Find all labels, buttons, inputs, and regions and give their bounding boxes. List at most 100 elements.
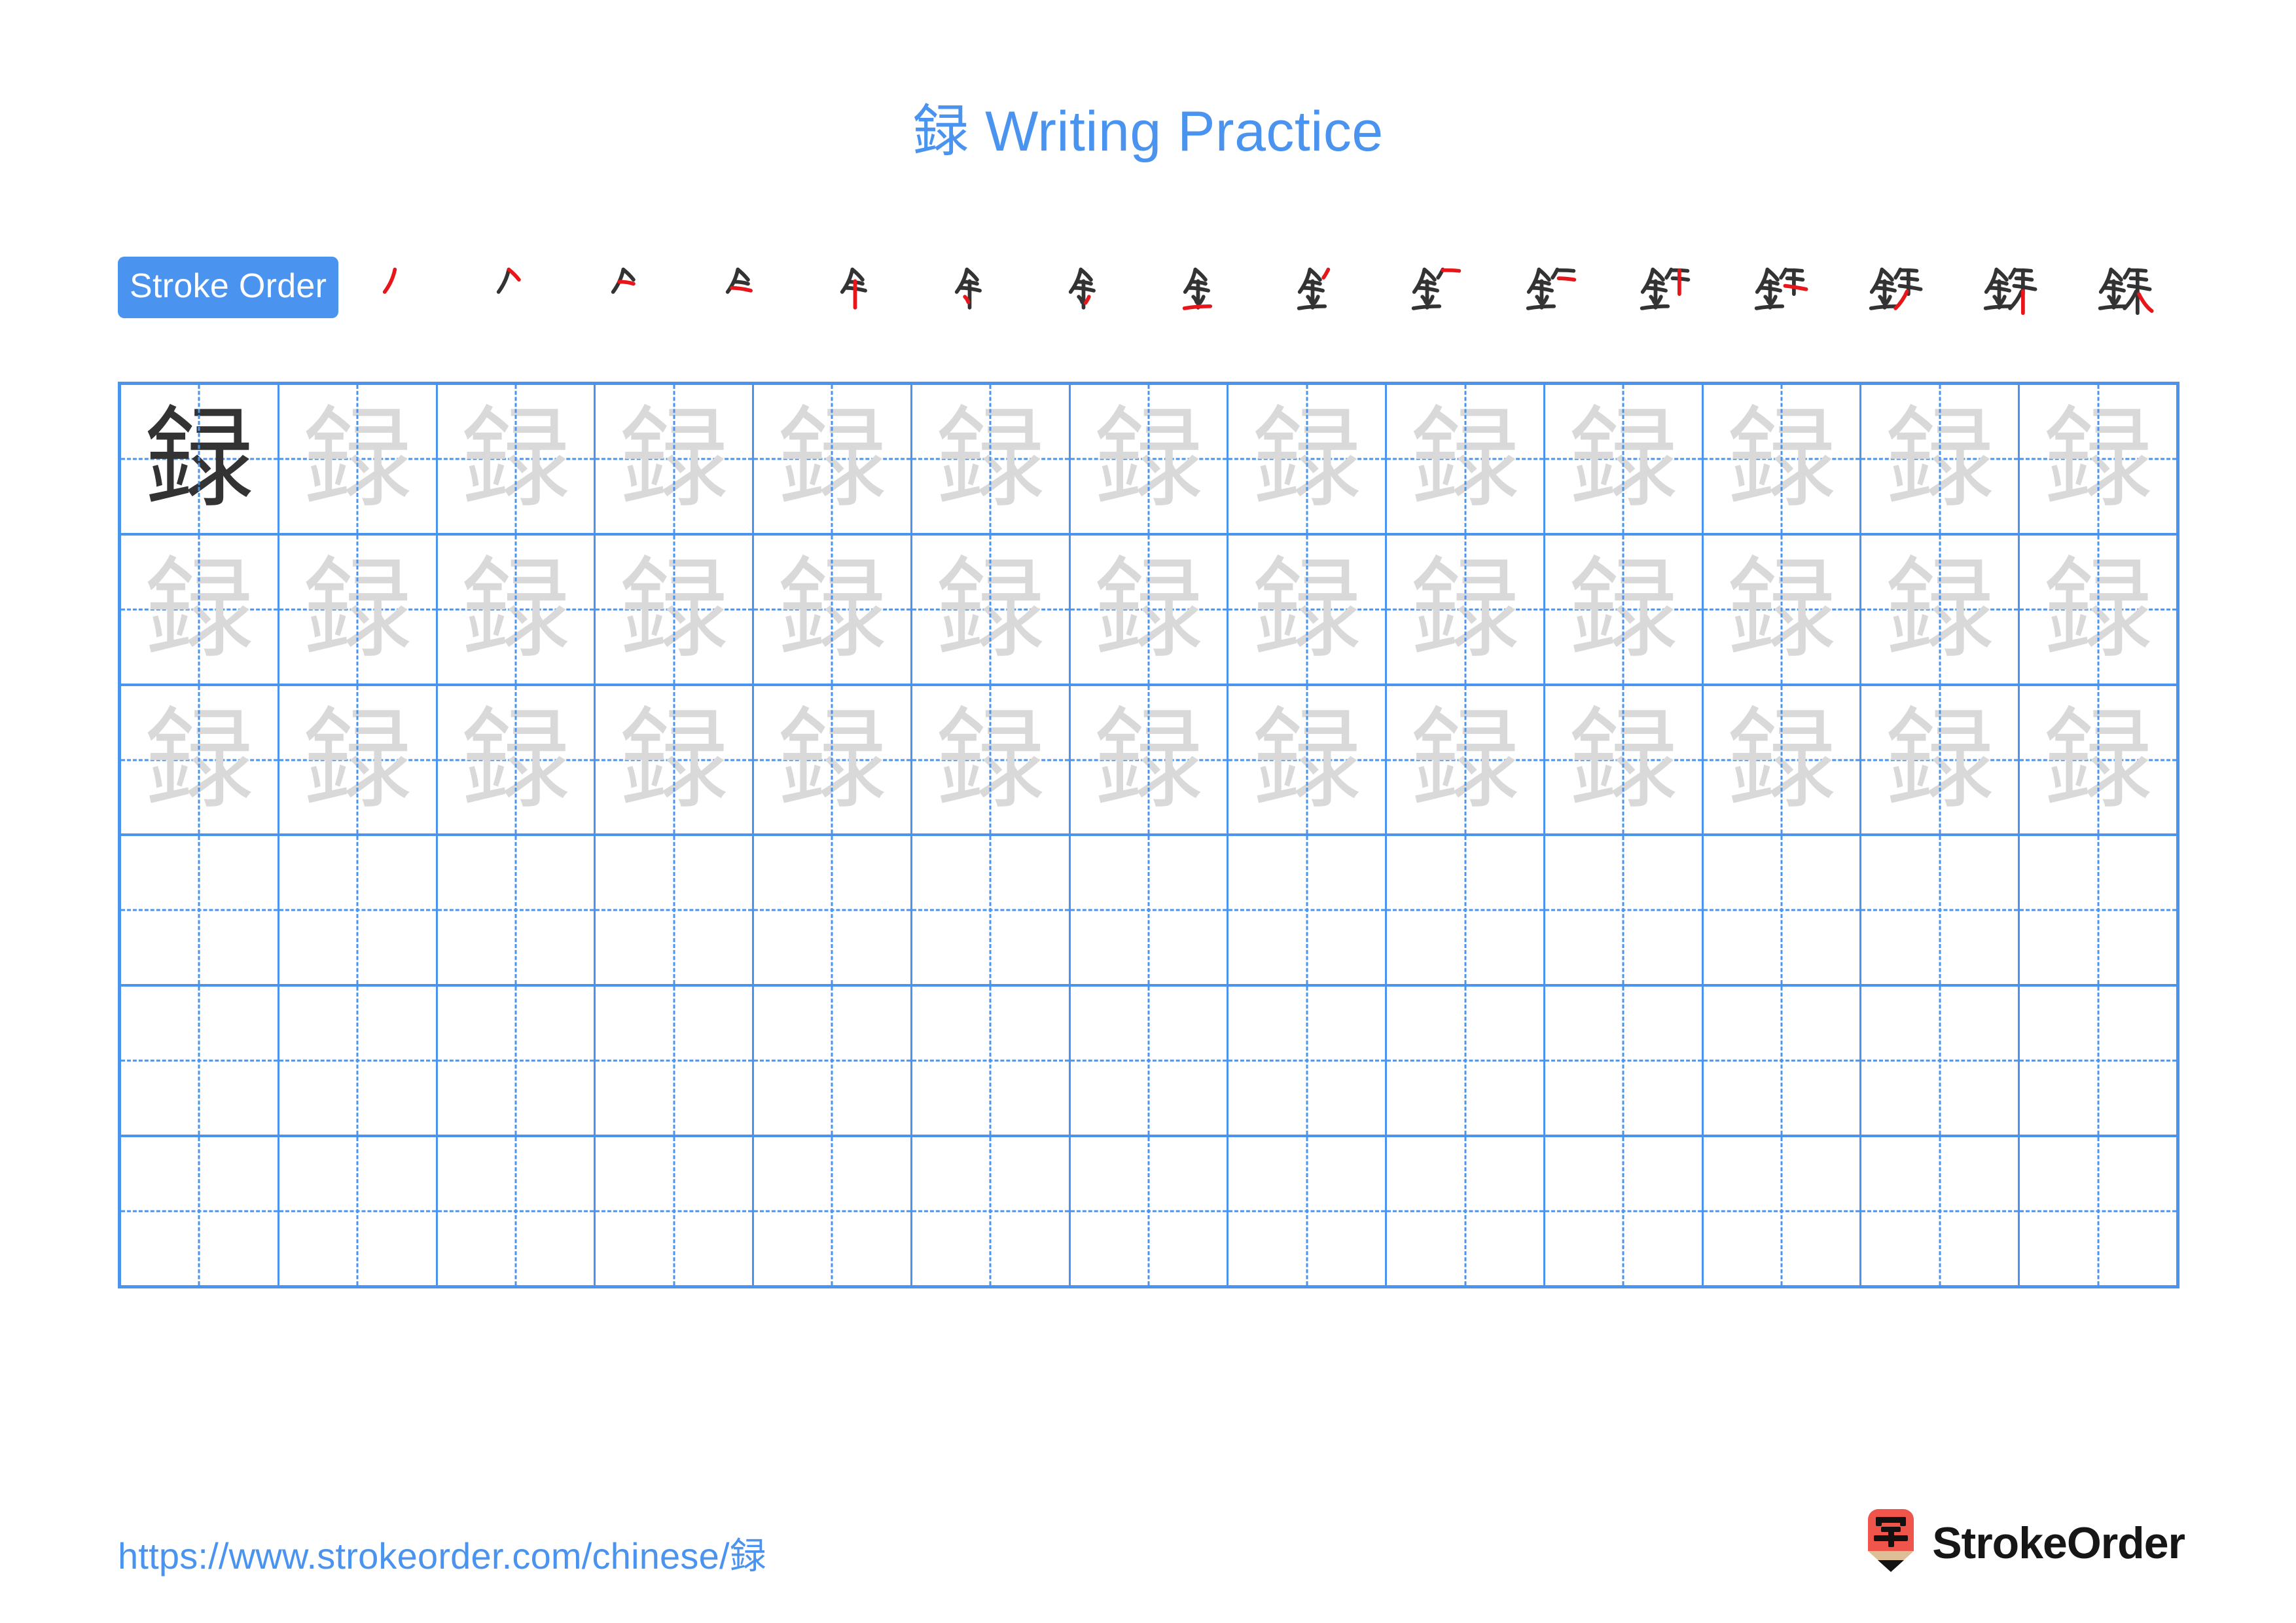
grid-cell-r2-c10[interactable]: 録 (1545, 535, 1704, 684)
stroke-diagram-4 (725, 267, 753, 294)
grid-cell-r4-c5[interactable] (754, 836, 912, 985)
trace-character: 録 (1568, 394, 1679, 523)
grid-cell-r6-c4[interactable] (596, 1137, 755, 1285)
trace-character: 録 (777, 695, 888, 824)
grid-cell-r3-c13[interactable]: 録 (2020, 686, 2176, 834)
trace-character: 録 (460, 394, 571, 523)
stroke-step-7 (1035, 257, 1150, 329)
grid-cell-r5-c7[interactable] (1071, 987, 1229, 1135)
trace-character: 録 (1093, 695, 1204, 824)
grid-cell-r5-c2[interactable] (279, 987, 438, 1135)
grid-cell-r3-c9[interactable]: 録 (1387, 685, 1545, 834)
grid-cell-r3-c7[interactable]: 録 (1071, 685, 1229, 834)
grid-cell-r2-c2[interactable]: 録 (279, 535, 438, 684)
grid-cell-r1-c8[interactable]: 録 (1229, 385, 1388, 533)
grid-cell-r5-c13[interactable] (2020, 987, 2176, 1135)
grid-cell-r5-c12[interactable] (1861, 987, 2020, 1135)
grid-cell-r2-c7[interactable]: 録 (1071, 535, 1229, 684)
grid-cell-r5-c9[interactable] (1387, 987, 1545, 1135)
grid-cell-r5-c4[interactable] (596, 987, 755, 1135)
grid-cell-r5-c5[interactable] (754, 987, 912, 1135)
grid-cell-r2-c6[interactable]: 録 (912, 535, 1071, 684)
trace-character: 録 (1884, 394, 1995, 523)
stroke-step-2 (463, 257, 578, 329)
grid-cell-r6-c3[interactable] (438, 1137, 596, 1285)
grid-cell-r1-c13[interactable]: 録 (2020, 385, 2176, 533)
grid-cell-r3-c4[interactable]: 録 (596, 685, 755, 834)
grid-cell-r2-c5[interactable]: 録 (754, 535, 912, 684)
grid-cell-r5-c3[interactable] (438, 987, 596, 1135)
grid-cell-r6-c10[interactable] (1545, 1137, 1704, 1285)
grid-row-2: 録録録録録録録録録録録録録 (121, 535, 2176, 686)
grid-cell-r2-c4[interactable]: 録 (596, 535, 755, 684)
grid-cell-r6-c1[interactable] (121, 1137, 279, 1285)
grid-cell-r6-c11[interactable] (1704, 1137, 1862, 1285)
trace-character: 録 (302, 545, 413, 674)
grid-cell-r6-c2[interactable] (279, 1137, 438, 1285)
grid-cell-r2-c1[interactable]: 録 (121, 535, 279, 684)
grid-cell-r2-c9[interactable]: 録 (1387, 535, 1545, 684)
grid-cell-r3-c3[interactable]: 録 (438, 685, 596, 834)
grid-cell-r1-c11[interactable]: 録 (1704, 385, 1862, 533)
grid-cell-r6-c5[interactable] (754, 1137, 912, 1285)
grid-cell-r5-c6[interactable] (912, 987, 1071, 1135)
grid-cell-r3-c1[interactable]: 録 (121, 685, 279, 834)
grid-cell-r5-c1[interactable] (121, 987, 279, 1135)
grid-cell-r1-c10[interactable]: 録 (1545, 385, 1704, 533)
grid-cell-r6-c12[interactable] (1861, 1137, 2020, 1285)
grid-cell-r5-c11[interactable] (1704, 987, 1862, 1135)
grid-cell-r1-c5[interactable]: 録 (754, 385, 912, 533)
grid-cell-r2-c12[interactable]: 録 (1861, 535, 2020, 684)
grid-cell-r6-c9[interactable] (1387, 1137, 1545, 1285)
grid-cell-r4-c8[interactable] (1229, 836, 1388, 985)
grid-cell-r4-c6[interactable] (912, 836, 1071, 985)
grid-cell-r3-c12[interactable]: 録 (1861, 685, 2020, 834)
trace-character: 録 (1410, 695, 1520, 824)
trace-character: 録 (144, 545, 255, 674)
grid-cell-r2-c11[interactable]: 録 (1704, 535, 1862, 684)
trace-character: 録 (302, 695, 413, 824)
stroke-step-9 (1265, 257, 1379, 329)
trace-character: 録 (1251, 695, 1362, 824)
grid-cell-r1-c7[interactable]: 録 (1071, 385, 1229, 533)
site-url-link[interactable]: https://www.strokeorder.com/chinese/録 (118, 1527, 766, 1580)
stroke-step-4 (692, 257, 807, 329)
grid-cell-r4-c7[interactable] (1071, 836, 1229, 985)
grid-cell-r6-c7[interactable] (1071, 1137, 1229, 1285)
grid-cell-r6-c6[interactable] (912, 1137, 1071, 1285)
grid-cell-r6-c8[interactable] (1229, 1137, 1388, 1285)
grid-cell-r1-c12[interactable]: 録 (1861, 385, 2020, 533)
grid-cell-r4-c2[interactable] (279, 836, 438, 985)
grid-cell-r1-c4[interactable]: 録 (596, 385, 755, 533)
grid-cell-r3-c10[interactable]: 録 (1545, 685, 1704, 834)
grid-cell-r4-c12[interactable] (1861, 836, 2020, 985)
stroke-order-section: Stroke Order (118, 257, 2179, 342)
grid-cell-r2-c8[interactable]: 録 (1229, 535, 1388, 684)
stroke-diagram-3 (611, 267, 636, 294)
grid-cell-r3-c11[interactable]: 録 (1704, 685, 1862, 834)
grid-cell-r3-c5[interactable]: 録 (754, 685, 912, 834)
grid-cell-r3-c2[interactable]: 録 (279, 685, 438, 834)
stroke-diagram-1 (382, 267, 397, 294)
grid-cell-r4-c13[interactable] (2020, 836, 2176, 984)
grid-cell-r4-c3[interactable] (438, 836, 596, 985)
grid-cell-r2-c3[interactable]: 録 (438, 535, 596, 684)
grid-cell-r6-c13[interactable] (2020, 1137, 2176, 1285)
grid-cell-r1-c3[interactable]: 録 (438, 385, 596, 533)
grid-cell-r5-c10[interactable] (1545, 987, 1704, 1135)
grid-cell-r3-c6[interactable]: 録 (912, 685, 1071, 834)
grid-cell-r4-c4[interactable] (596, 836, 755, 985)
grid-cell-r1-c2[interactable]: 録 (279, 385, 438, 533)
grid-cell-r4-c10[interactable] (1545, 836, 1704, 985)
grid-cell-r3-c8[interactable]: 録 (1229, 685, 1388, 834)
grid-cell-r1-c6[interactable]: 録 (912, 385, 1071, 533)
grid-cell-r2-c13[interactable]: 録 (2020, 536, 2176, 684)
grid-cell-r4-c1[interactable] (121, 836, 279, 985)
grid-cell-r4-c11[interactable] (1704, 836, 1862, 985)
grid-cell-r4-c9[interactable] (1387, 836, 1545, 985)
grid-row-4 (121, 836, 2176, 987)
stroke-diagram-14 (1869, 267, 1923, 310)
grid-cell-r5-c8[interactable] (1229, 987, 1388, 1135)
grid-cell-r1-c1[interactable]: 録 (121, 385, 279, 533)
grid-cell-r1-c9[interactable]: 録 (1387, 385, 1545, 533)
